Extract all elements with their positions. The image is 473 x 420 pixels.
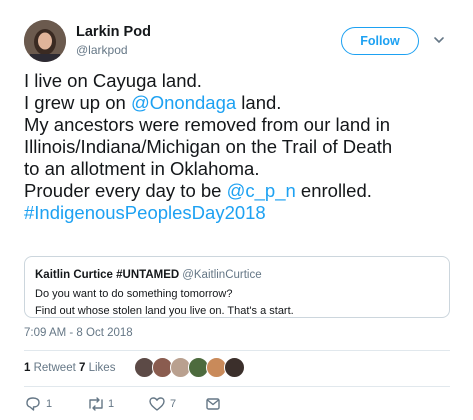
retweets-label: Retweet [33, 362, 76, 374]
author-handle[interactable]: @larkpod [76, 43, 128, 57]
tweet-text: I live on Cayuga land. I grew up on @Onon… [24, 70, 454, 224]
tweet-text-line: #IndigenousPeoplesDay2018 [24, 202, 454, 224]
likes-count: 7 [79, 362, 86, 374]
divider [24, 386, 450, 387]
tweet-text-segment: land. [236, 92, 282, 113]
message-icon [206, 398, 220, 410]
follow-button[interactable]: Follow [341, 27, 419, 55]
reply-icon [26, 397, 40, 411]
tweet-text-line: Prouder every day to be @c_p_n enrolled. [24, 180, 454, 202]
author-avatar[interactable] [24, 20, 66, 62]
quoted-author-handle: @KaitlinCurtice [182, 269, 262, 281]
retweets-stat[interactable]: 1 Retweet [24, 362, 76, 374]
tweet-text-segment: My ancestors were removed from our land … [24, 114, 391, 135]
retweets-count: 1 [24, 362, 31, 374]
reply-count: 1 [46, 398, 53, 410]
quoted-text-line: Find out whose stolen land you live on. … [35, 305, 294, 317]
mention-link[interactable]: @c_p_n [227, 180, 296, 201]
quoted-text-line: Do you want to do something tomorrow? [35, 288, 233, 300]
mention-link[interactable]: @Onondaga [131, 92, 236, 113]
quoted-tweet[interactable]: Kaitlin Curtice #UNTAMED @KaitlinCurtice … [24, 256, 450, 318]
tweet-text-line: I live on Cayuga land. [24, 70, 454, 92]
tweet-timestamp[interactable]: 7:09 AM - 8 Oct 2018 [24, 327, 133, 339]
author-name[interactable]: Larkin Pod [76, 24, 151, 40]
tweet-text-segment: Prouder every day to be [24, 180, 227, 201]
tweet-text-line: to an allotment in Oklahoma. [24, 158, 454, 180]
quoted-author-name: Kaitlin Curtice #UNTAMED [35, 269, 180, 281]
caret-down-icon[interactable] [432, 33, 446, 47]
tweet-actions: 1 1 7 [24, 395, 454, 415]
tweet-text-segment: enrolled. [295, 180, 372, 201]
divider [24, 350, 450, 351]
retweet-count: 1 [108, 398, 115, 410]
heart-icon [149, 397, 165, 411]
tweet-text-line: Illinois/Indiana/Michigan on the Trail o… [24, 136, 454, 158]
liker-avatar[interactable] [224, 357, 245, 378]
retweet-icon [89, 397, 103, 411]
tweet-text-segment: I live on Cayuga land. [24, 70, 202, 91]
tweet-text-line: My ancestors were removed from our land … [24, 114, 454, 136]
tweet-text-segment: I grew up on [24, 92, 131, 113]
tweet-text-line: I grew up on @Onondaga land. [24, 92, 454, 114]
tweet-text-segment: Illinois/Indiana/Michigan on the Trail o… [24, 136, 393, 157]
like-count: 7 [170, 398, 177, 410]
hashtag-link[interactable]: #IndigenousPeoplesDay2018 [24, 202, 266, 223]
tweet-header: Larkin Pod @larkpod Follow [24, 20, 454, 64]
likes-stat[interactable]: 7 Likes [79, 362, 115, 374]
tweet-text-segment: to an allotment in Oklahoma. [24, 158, 260, 179]
likes-label: Likes [88, 362, 116, 374]
